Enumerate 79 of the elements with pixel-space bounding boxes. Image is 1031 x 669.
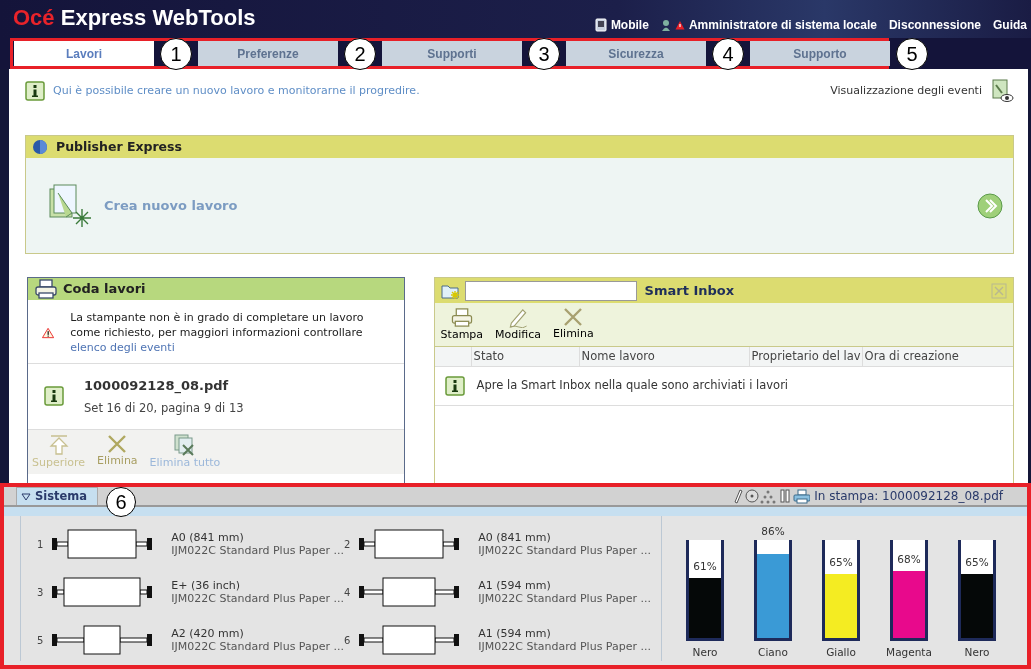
roll-size: A1 (594 mm) — [478, 627, 552, 640]
roll-number: 3 — [37, 585, 45, 600]
events-link[interactable]: elenco degli eventi — [70, 341, 175, 354]
documents-delete-icon — [172, 433, 197, 456]
column-header[interactable]: Proprietario del lav — [748, 347, 862, 366]
roll-media: IJM022C Standard Plus Paper ... — [478, 592, 651, 605]
info-text: Qui è possibile creare un nuovo lavoro e monitorarne il progredire. — [53, 82, 420, 99]
globe-icon — [32, 139, 48, 155]
roll-number: 4 — [344, 585, 352, 600]
panel-title: Coda lavori — [63, 280, 146, 299]
up-arrow-icon — [47, 433, 70, 456]
header-link[interactable]: Amministratore di sistema locale — [688, 18, 877, 32]
column-header[interactable]: Stato — [470, 347, 579, 366]
job-status-text: Set 16 di 20, pagina 9 di 13 — [84, 399, 244, 417]
callout-number: 6 — [106, 487, 137, 517]
roll-size: A0 (841 mm) — [171, 531, 245, 544]
panel-title: Publisher Express — [56, 137, 182, 156]
ink-name: Nero — [692, 645, 718, 661]
new-document-icon[interactable] — [46, 182, 92, 229]
ink-name: Nero — [964, 645, 990, 661]
paper-roll-icon — [358, 529, 459, 559]
panel-title: Smart Inbox — [644, 281, 735, 300]
pencil-icon — [507, 307, 530, 328]
paper-roll-icon — [51, 577, 152, 607]
roll-size: A2 (420 mm) — [171, 627, 245, 640]
roll-number: 6 — [344, 633, 352, 648]
roll-media: IJM022C Standard Plus Paper ... — [478, 544, 651, 557]
ink-percentage: 61% — [692, 558, 718, 574]
events-link[interactable]: Visualizzazione degli eventi — [830, 82, 982, 100]
job-name: 1000092128_08.pdf — [84, 377, 230, 396]
user-icon — [660, 18, 671, 32]
info-icon — [444, 376, 465, 396]
roll-media: IJM022C Standard Plus Paper ... — [171, 640, 344, 653]
nav-tab[interactable]: Lavori — [14, 41, 154, 66]
collapse-triangle-icon — [21, 492, 31, 501]
paper-roll-icon — [51, 529, 152, 559]
info-icon — [25, 81, 45, 101]
paper-roll-icon — [358, 625, 459, 655]
roll-size: A1 (594 mm) — [478, 579, 552, 592]
app-logo: Océ Express WebTools — [13, 5, 256, 31]
toolbar-button[interactable]: Stampa — [440, 307, 484, 342]
delete-icon — [562, 307, 585, 327]
delete-icon — [106, 433, 129, 454]
document-eye-icon[interactable] — [990, 79, 1014, 103]
header-link[interactable]: Disconnessione — [888, 18, 981, 32]
printer-icon — [449, 307, 474, 328]
system-tab[interactable]: Sistema — [16, 487, 99, 505]
paper-roll-icon — [51, 625, 152, 655]
warning-message: La stampante non è in grado di completare un lavoro come richiesto, per maggiori informazioni controllare elenco degli eventi — [70, 310, 365, 355]
roll-number: 5 — [37, 633, 45, 648]
roll-size: A0 (841 mm) — [478, 531, 552, 544]
ink-name: Ciano — [758, 645, 788, 661]
paper-roll-icon — [358, 577, 459, 607]
printing-status: In stampa: 1000092128_08.pdf — [814, 488, 1003, 505]
mobile-device-icon — [594, 18, 607, 32]
header-link[interactable]: Guida — [993, 18, 1027, 32]
ink-name: Giallo — [826, 645, 856, 661]
toolbar-button[interactable]: Elimina — [553, 307, 594, 342]
search-field[interactable] — [464, 280, 637, 301]
warning-icon — [674, 20, 685, 30]
ink-percentage: 68% — [896, 551, 922, 567]
info-message: Apre la Smart Inbox nella quale sono archiviati i lavori — [476, 377, 789, 395]
callout-number: 5 — [896, 38, 928, 70]
toolbar-button[interactable]: Modifica — [495, 307, 542, 342]
ink-percentage: 65% — [828, 554, 854, 570]
ink-name: Magenta — [886, 645, 932, 661]
column-header[interactable]: Nome lavoro — [578, 347, 749, 366]
roll-media: IJM022C Standard Plus Paper ... — [478, 640, 651, 653]
ink-percentage: 65% — [964, 554, 990, 570]
roll-number: 2 — [344, 537, 352, 552]
roll-size: E+ (36 inch) — [171, 579, 242, 592]
roll-media: IJM022C Standard Plus Paper ... — [171, 592, 344, 605]
column-header[interactable]: Ora di creazione — [861, 347, 1012, 366]
printer-icon — [34, 278, 58, 300]
header-link[interactable]: Mobile — [610, 18, 649, 32]
info-icon — [44, 386, 64, 407]
ink-percentage: 86% — [760, 524, 786, 539]
roll-number: 1 — [37, 537, 45, 552]
roll-media: IJM022C Standard Plus Paper ... — [171, 544, 344, 557]
